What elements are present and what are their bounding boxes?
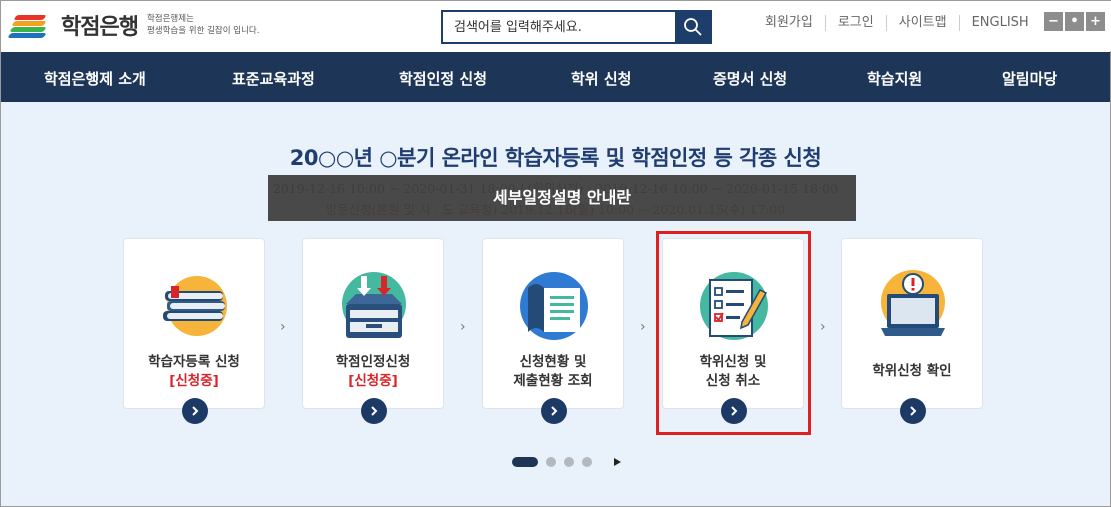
chevron-right-icon	[551, 406, 558, 416]
card-learner-registration[interactable]: 학습자등록 신청 [신청중]	[123, 238, 265, 424]
search-input[interactable]	[443, 12, 676, 42]
main-content: 20○○년 ○분기 온라인 학습자등록 및 학점인정 등 각종 신청 2019-…	[1, 102, 1110, 506]
logo-name: 학점은행	[61, 15, 139, 40]
chevron-right-icon: ›	[280, 319, 286, 335]
card-status-inquiry[interactable]: 신청현황 및 제출현황 조회	[482, 238, 624, 424]
card-go-button[interactable]	[361, 398, 387, 424]
card-credit-recognition[interactable]: 학점인정신청 [신청중]	[302, 238, 444, 424]
pager-dot-active[interactable]	[512, 457, 538, 467]
site-header: 학점은행 학점은행제는 평생학습을 위한 길잡이 입니다. 회원가입 로그인 사…	[1, 1, 1111, 51]
signup-link[interactable]: 회원가입	[753, 15, 825, 31]
schedule-tooltip: 세부일정설명 안내란	[268, 175, 856, 221]
page-title: 20○○년 ○분기 온라인 학습자등록 및 학점인정 등 각종 신청	[289, 146, 822, 170]
document-scroll-icon	[520, 272, 588, 340]
nav-item-degree[interactable]: 학위 신청	[571, 68, 631, 89]
zoom-reset-button[interactable]: •	[1065, 12, 1084, 31]
laptop-alert-icon	[881, 270, 945, 336]
chevron-right-icon	[192, 406, 199, 416]
card-status-badge: [신청중]	[348, 373, 398, 389]
chevron-right-icon: ›	[460, 319, 466, 335]
search-box	[441, 10, 712, 44]
play-icon[interactable]	[614, 458, 621, 466]
card-label: 학점인정신청	[335, 354, 411, 370]
pager-dot[interactable]	[564, 457, 574, 467]
zoom-controls: − • +	[1044, 12, 1105, 31]
card-label: 학위신청 확인	[872, 363, 952, 379]
english-link[interactable]: ENGLISH	[958, 15, 1041, 31]
chevron-right-icon: ›	[820, 319, 826, 335]
carousel-pager	[512, 457, 621, 467]
logo-tagline: 학점은행제는 평생학습을 위한 길잡이 입니다.	[147, 13, 277, 37]
chevron-right-icon	[371, 406, 378, 416]
login-link[interactable]: 로그인	[824, 15, 886, 31]
utility-links: 회원가입 로그인 사이트맵 ENGLISH	[753, 15, 1041, 31]
card-label: 신청현황 및	[519, 354, 587, 370]
pager-dot[interactable]	[582, 457, 592, 467]
zoom-out-button[interactable]: −	[1044, 12, 1063, 31]
main-nav: 학점은행제 소개 표준교육과정 학점인정 신청 학위 신청 증명서 신청 학습지…	[1, 52, 1110, 102]
logo-tagline-line1: 학점은행제는	[146, 14, 194, 24]
nav-item-curriculum[interactable]: 표준교육과정	[232, 68, 315, 89]
card-go-button[interactable]	[182, 398, 208, 424]
card-go-button[interactable]	[541, 398, 567, 424]
card-label: 학습자등록 신청	[148, 354, 240, 370]
card-label-line2: 제출현황 조회	[513, 373, 593, 389]
card-status-badge: [신청중]	[169, 373, 219, 389]
card-degree-confirmation[interactable]: 학위신청 확인	[841, 238, 983, 424]
nav-item-intro[interactable]: 학점은행제 소개	[44, 68, 146, 89]
chevron-right-icon: ›	[640, 319, 646, 335]
sitemap-link[interactable]: 사이트맵	[885, 15, 959, 31]
logo-stripes-icon	[7, 11, 53, 39]
zoom-in-button[interactable]: +	[1086, 12, 1105, 31]
search-icon	[683, 18, 702, 36]
nav-item-notice[interactable]: 알림마당	[1002, 68, 1057, 89]
inbox-tray-icon	[342, 272, 406, 338]
books-icon	[163, 276, 227, 336]
nav-item-credit-recognition[interactable]: 학점인정 신청	[399, 68, 487, 89]
site-logo[interactable]: 학점은행 학점은행제는 평생학습을 위한 길잡이 입니다.	[7, 9, 277, 41]
search-button[interactable]	[675, 12, 710, 42]
highlight-box	[656, 231, 811, 435]
chevron-right-icon	[910, 406, 917, 416]
card-go-button[interactable]	[900, 398, 926, 424]
nav-item-certificate[interactable]: 증명서 신청	[713, 68, 787, 89]
nav-item-learning-support[interactable]: 학습지원	[867, 68, 922, 89]
pager-dot[interactable]	[546, 457, 556, 467]
logo-tagline-line2: 평생학습을 위한 길잡이 입니다.	[146, 26, 260, 36]
